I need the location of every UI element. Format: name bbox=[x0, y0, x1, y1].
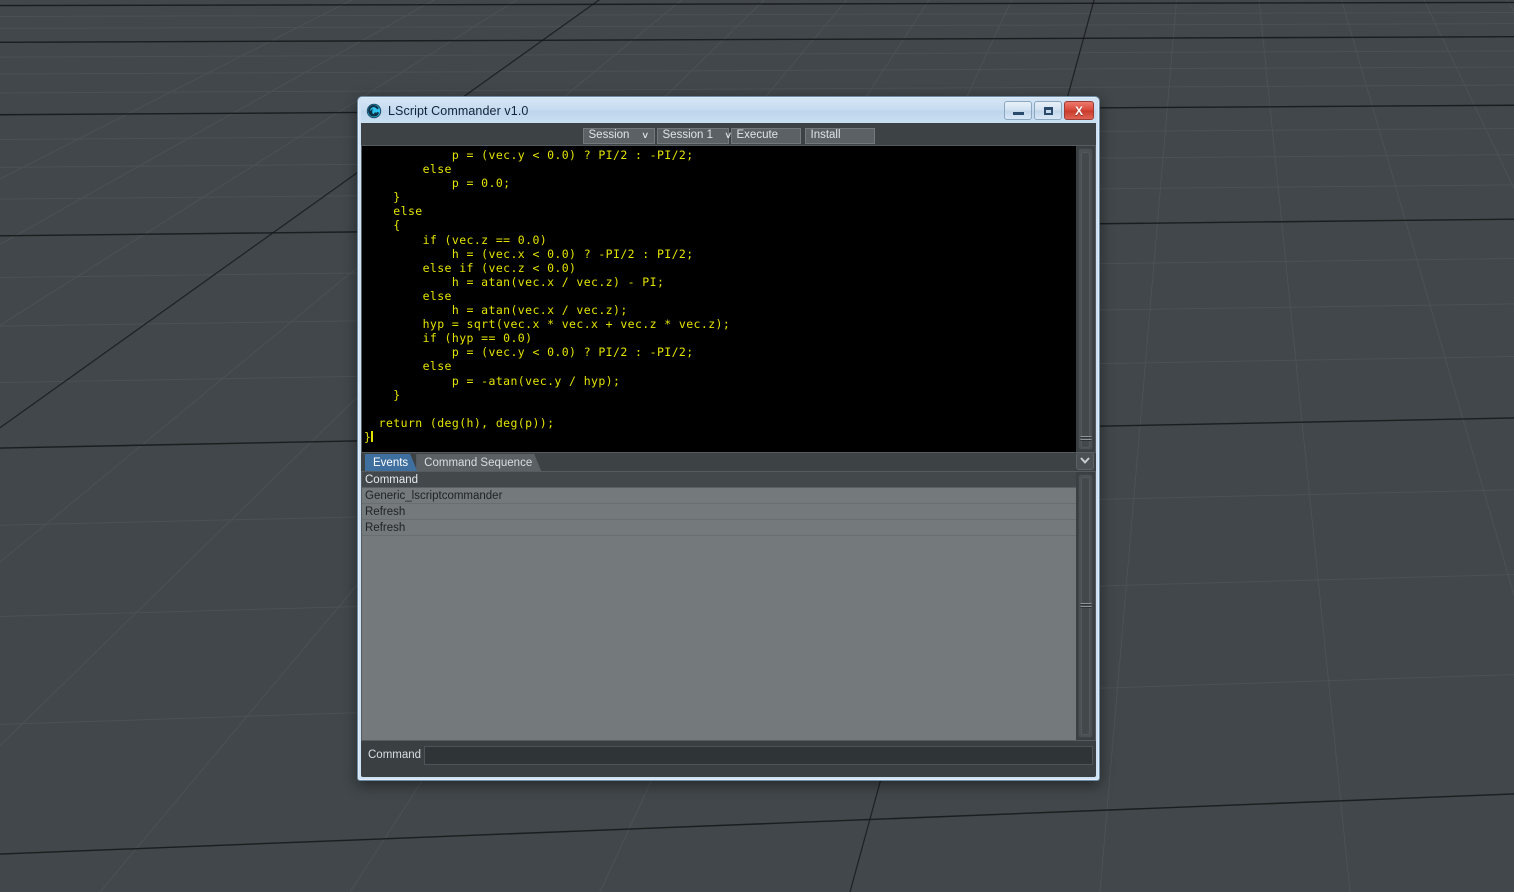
install-label: Install bbox=[810, 128, 841, 141]
session-type-value: Session bbox=[588, 128, 630, 141]
lscript-commander-window[interactable]: LScript Commander v1.0 X Session ∨ Sessi… bbox=[357, 96, 1100, 781]
command-bar: Command bbox=[361, 741, 1096, 769]
code-editor[interactable]: p = (vec.y < 0.0) ? PI/2 : -PI/2; else p… bbox=[361, 145, 1076, 453]
scroll-grip-icon bbox=[1080, 434, 1091, 442]
minimize-button[interactable] bbox=[1004, 101, 1032, 120]
list-column-header[interactable]: Command bbox=[362, 472, 1076, 488]
code-text: p = (vec.y < 0.0) ? PI/2 : -PI/2; else p… bbox=[364, 148, 1076, 444]
tab-events-label: Events bbox=[373, 456, 409, 469]
editor-vertical-scrollbar[interactable] bbox=[1076, 145, 1096, 453]
lightwave-spiral-icon bbox=[366, 103, 382, 119]
chevron-down-icon bbox=[1080, 456, 1090, 467]
code-last-line: } bbox=[364, 429, 372, 444]
list-item-label: Generic_lscriptcommander bbox=[365, 489, 503, 502]
list-item[interactable]: Refresh bbox=[362, 520, 1076, 536]
panel-collapse-button[interactable] bbox=[1076, 452, 1094, 470]
window-controls: X bbox=[1004, 101, 1094, 120]
code-body: p = (vec.y < 0.0) ? PI/2 : -PI/2; else p… bbox=[378, 148, 731, 430]
close-icon: X bbox=[1074, 103, 1083, 118]
maximize-icon bbox=[1043, 106, 1053, 115]
toolbar: Session ∨ Session 1 ∨ Execute Install bbox=[361, 123, 1096, 145]
editor-scroll-track[interactable] bbox=[1078, 148, 1093, 450]
code-editor-area: p = (vec.y < 0.0) ? PI/2 : -PI/2; else p… bbox=[361, 145, 1096, 453]
close-button[interactable]: X bbox=[1064, 101, 1094, 120]
command-field-label: Command bbox=[368, 749, 422, 761]
list-vertical-scrollbar[interactable] bbox=[1076, 471, 1096, 741]
execute-label: Execute bbox=[736, 128, 779, 141]
tab-command-sequence-label: Command Sequence bbox=[424, 456, 533, 469]
tab-command-sequence[interactable]: Command Sequence bbox=[416, 454, 541, 471]
list-item[interactable]: Generic_lscriptcommander bbox=[362, 488, 1076, 504]
command-input[interactable] bbox=[424, 745, 1093, 765]
session-number-dropdown[interactable]: Session 1 ∨ bbox=[656, 127, 733, 144]
session-number-value: Session 1 bbox=[662, 128, 714, 141]
list-scroll-thumb[interactable] bbox=[1080, 477, 1091, 735]
list-item-label: Refresh bbox=[365, 505, 406, 518]
session-type-dropdown[interactable]: Session ∨ bbox=[582, 127, 655, 144]
execute-button[interactable]: Execute bbox=[730, 127, 801, 144]
chevron-down-icon: ∨ bbox=[724, 130, 733, 140]
maximize-button[interactable] bbox=[1034, 101, 1062, 120]
text-cursor bbox=[371, 430, 374, 442]
editor-scroll-thumb[interactable] bbox=[1080, 152, 1091, 448]
window-titlebar[interactable]: LScript Commander v1.0 X bbox=[361, 99, 1096, 123]
scroll-grip-icon bbox=[1080, 601, 1091, 609]
window-title: LScript Commander v1.0 bbox=[388, 104, 529, 118]
minimize-icon bbox=[1012, 112, 1024, 115]
column-header-command: Command bbox=[365, 473, 419, 486]
tab-strip: Events Command Sequence bbox=[361, 452, 1096, 471]
window-client-area: Session ∨ Session 1 ∨ Execute Install p … bbox=[361, 123, 1096, 777]
list-item[interactable]: Refresh bbox=[362, 504, 1076, 520]
events-list-area: Command Generic_lscriptcommander Refresh… bbox=[361, 471, 1096, 741]
events-list[interactable]: Command Generic_lscriptcommander Refresh… bbox=[361, 471, 1076, 741]
install-button[interactable]: Install bbox=[804, 127, 875, 144]
chevron-down-icon: ∨ bbox=[641, 130, 650, 140]
list-item-label: Refresh bbox=[365, 521, 406, 534]
tab-events[interactable]: Events bbox=[365, 454, 417, 471]
list-scroll-track[interactable] bbox=[1078, 474, 1093, 738]
